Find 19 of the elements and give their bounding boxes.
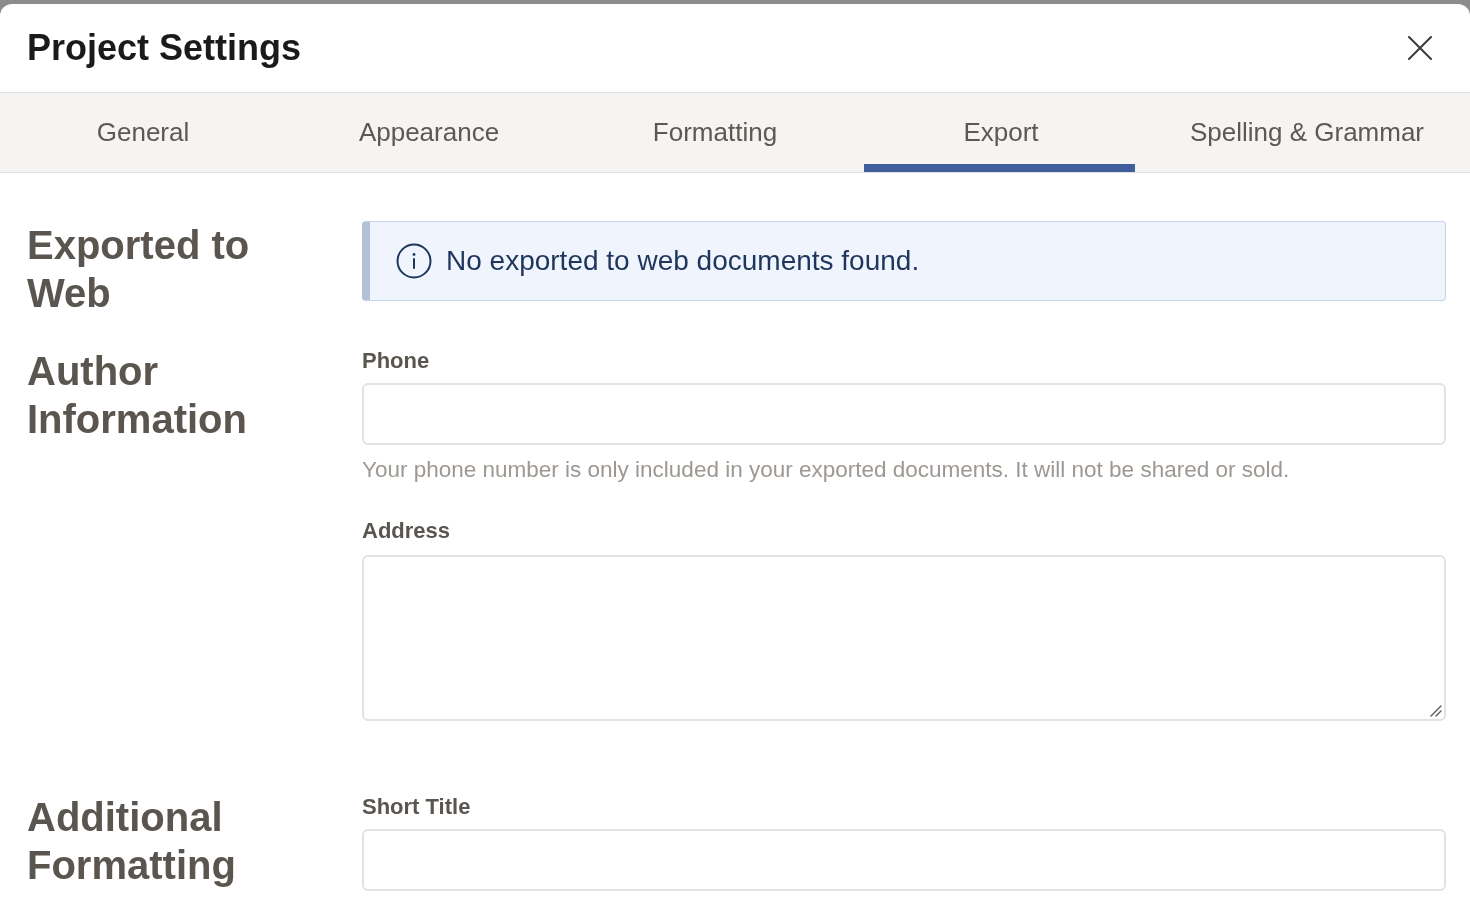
tab[interactable]: Formatting bbox=[572, 93, 858, 172]
close-icon bbox=[1408, 36, 1432, 60]
resize-grip-icon[interactable] bbox=[1428, 703, 1442, 717]
info-icon bbox=[396, 243, 432, 279]
field-label: Phone bbox=[362, 347, 431, 375]
notice-text: No exported to web documents found. bbox=[446, 245, 920, 277]
text-input-field[interactable] bbox=[362, 383, 1446, 445]
field-hint: Your phone number is only included in your exported documents. It will not be shared or sold. bbox=[362, 457, 1291, 483]
text-area-field[interactable] bbox=[362, 555, 1446, 721]
section-heading: Additional Formatting bbox=[27, 794, 237, 889]
section-heading: Exported to Web bbox=[27, 222, 251, 317]
tab[interactable]: Spelling & Grammar bbox=[1144, 93, 1470, 172]
tab[interactable]: General bbox=[0, 93, 286, 172]
field-label: Short Title bbox=[362, 793, 472, 821]
text-input-field[interactable] bbox=[362, 829, 1446, 891]
section-heading: Author Information bbox=[27, 348, 248, 443]
tab[interactable]: Appearance bbox=[286, 93, 572, 172]
field-label: Address bbox=[362, 517, 452, 545]
dialog-title: Project Settings bbox=[27, 27, 302, 69]
